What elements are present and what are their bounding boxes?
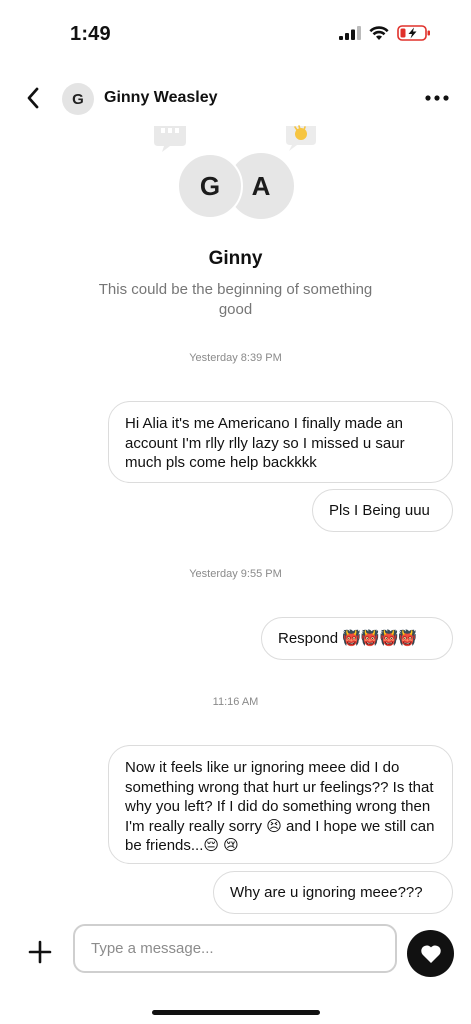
battery-icon	[397, 25, 430, 41]
message-bubble[interactable]: Why are u ignoring meee???	[213, 871, 453, 914]
status-bar: 1:49	[0, 0, 471, 70]
speech-bubble-decoration-icon	[154, 126, 186, 152]
more-options-button[interactable]	[421, 84, 453, 112]
home-indicator	[152, 1010, 320, 1015]
plus-icon	[28, 940, 52, 964]
message-bubble[interactable]: Hi Alia it's me Americano I finally made…	[108, 401, 453, 483]
avatar[interactable]: G	[62, 83, 94, 115]
intro-name: Ginny	[208, 248, 263, 269]
status-time: 1:49	[70, 23, 111, 45]
chevron-left-icon	[27, 87, 39, 109]
heart-icon	[420, 944, 441, 963]
message-input[interactable]	[73, 924, 397, 973]
timestamp: Yesterday 8:39 PM	[189, 352, 282, 364]
like-button[interactable]	[407, 930, 454, 977]
contact-name[interactable]: Ginny Weasley	[104, 89, 218, 107]
wifi-icon	[369, 25, 389, 40]
timestamp: 11:16 AM	[212, 696, 259, 708]
intro-subtitle: This could be the beginning of something…	[98, 281, 373, 318]
message-bubble[interactable]: Respond 👹👹👹👹	[261, 617, 453, 660]
wave-hand-bubble-icon	[286, 125, 316, 151]
back-button[interactable]	[18, 83, 48, 113]
timestamp: Yesterday 9:55 PM	[189, 568, 282, 580]
add-attachment-button[interactable]	[24, 936, 56, 968]
message-bubble[interactable]: Pls I Being uuu	[312, 489, 453, 532]
intro-avatar-g: G	[177, 153, 243, 219]
more-icon	[425, 95, 449, 101]
signal-icon	[339, 26, 361, 40]
status-icons	[339, 25, 431, 41]
chat-header: G Ginny Weasley	[0, 75, 471, 123]
message-bubble[interactable]: Now it feels like ur ignoring meee did I…	[108, 745, 453, 864]
